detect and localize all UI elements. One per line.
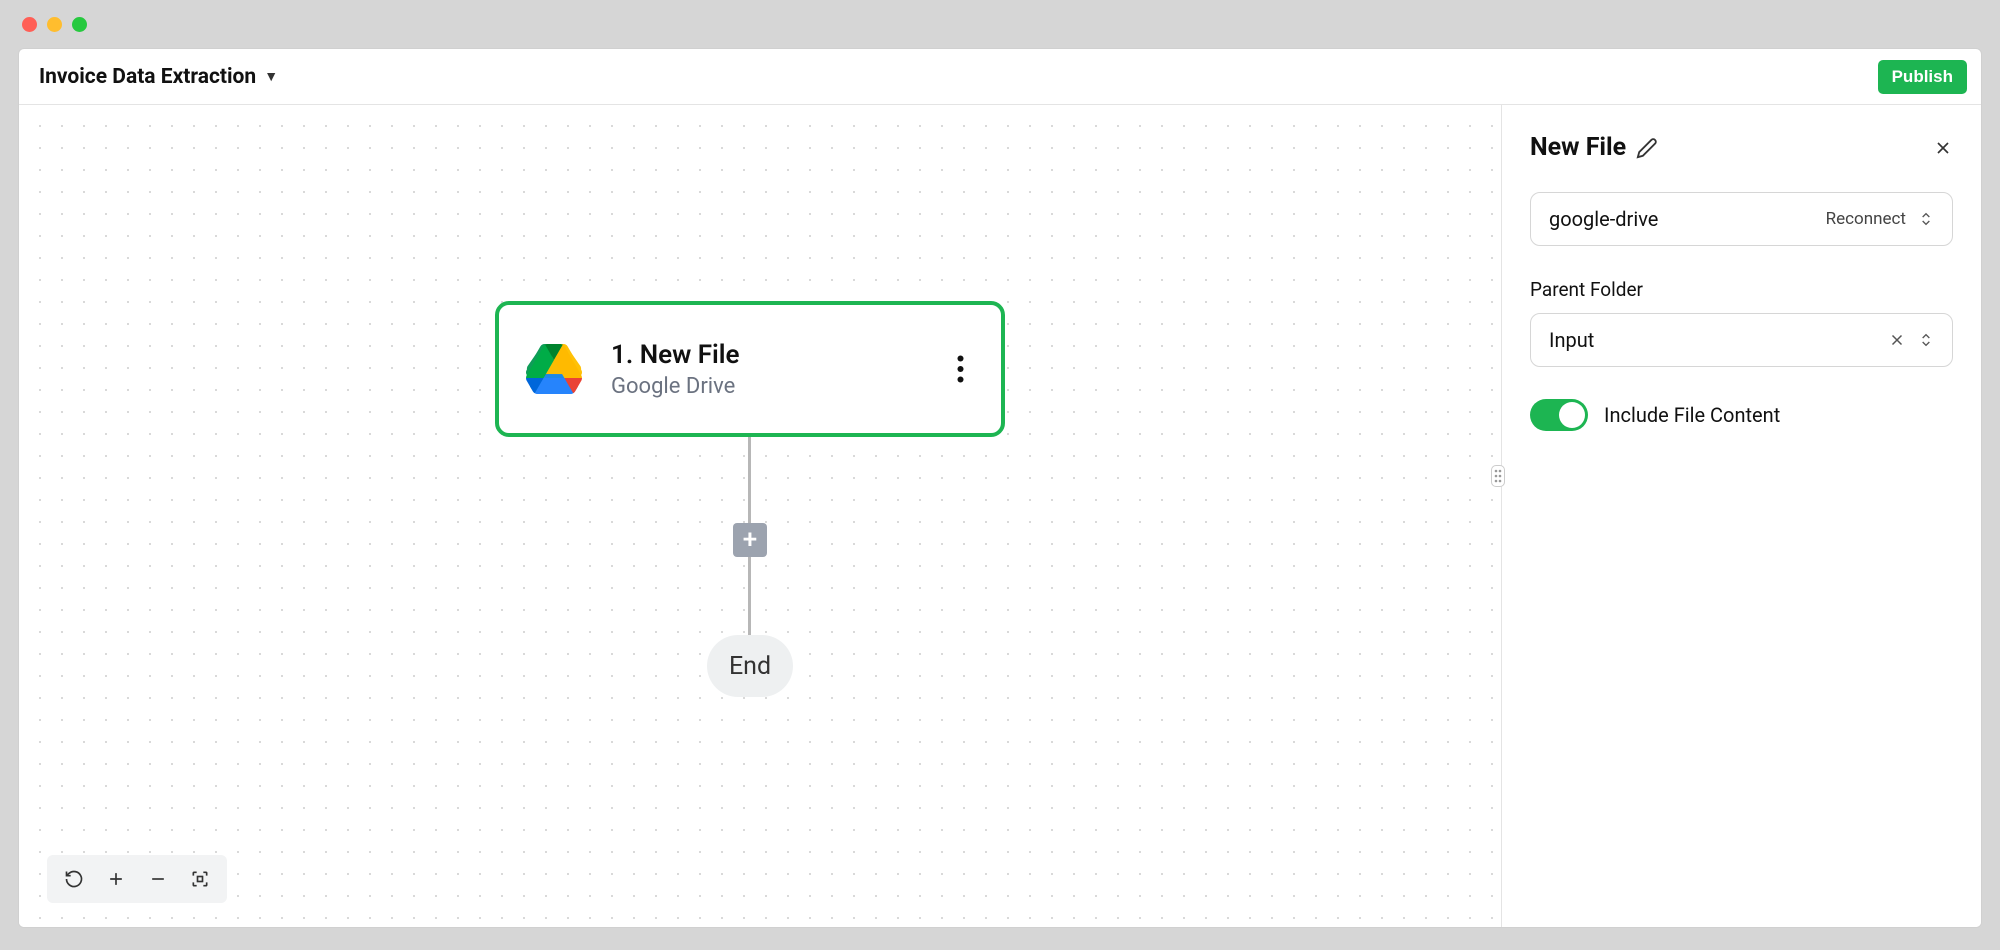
app-header: Invoice Data Extraction ▼ Publish [19, 49, 1981, 105]
plus-icon [106, 869, 126, 889]
panel-header: New File [1530, 133, 1953, 162]
window-maximize-dot[interactable] [72, 17, 87, 32]
google-drive-icon [525, 344, 583, 394]
include-content-row: Include File Content [1530, 399, 1953, 431]
vertical-dots-icon [957, 355, 964, 383]
main-area: 1. New File Google Drive + End [19, 105, 1981, 927]
add-step-button[interactable]: + [733, 523, 767, 557]
refresh-button[interactable] [53, 861, 95, 897]
canvas-toolbar [47, 855, 227, 903]
connection-field[interactable]: google-drive Reconnect [1530, 192, 1953, 246]
fit-screen-icon [190, 869, 210, 889]
include-content-toggle[interactable] [1530, 399, 1588, 431]
workflow-canvas[interactable]: 1. New File Google Drive + End [19, 105, 1501, 927]
window-close-dot[interactable] [22, 17, 37, 32]
app-frame: Invoice Data Extraction ▼ Publish [18, 48, 1982, 928]
node-title: 1. New File [611, 340, 945, 370]
panel-resize-handle[interactable] [1491, 465, 1505, 487]
connection-value: google-drive [1549, 207, 1658, 231]
connection-selector-button[interactable] [1918, 210, 1934, 228]
chevrons-up-down-icon [1918, 210, 1934, 228]
reconnect-button[interactable]: Reconnect [1826, 209, 1906, 229]
publish-button[interactable]: Publish [1878, 60, 1967, 94]
node-text: 1. New File Google Drive [611, 340, 945, 399]
grip-icon [1494, 469, 1502, 483]
connector-line [748, 557, 751, 642]
close-icon [1888, 331, 1906, 349]
include-content-label: Include File Content [1604, 403, 1780, 427]
fit-view-button[interactable] [179, 861, 221, 897]
panel-title: New File [1530, 133, 1626, 162]
chevrons-up-down-icon [1918, 331, 1934, 349]
minus-icon [148, 869, 168, 889]
workflow-title-dropdown[interactable]: Invoice Data Extraction ▼ [39, 65, 278, 89]
inspector-panel: New File google-drive Reconnect [1501, 105, 1981, 927]
node-menu-button[interactable] [945, 355, 975, 383]
parent-folder-value: Input [1549, 328, 1594, 352]
zoom-out-button[interactable] [137, 861, 179, 897]
node-subtitle: Google Drive [611, 374, 945, 399]
pencil-icon [1636, 137, 1658, 159]
window-minimize-dot[interactable] [47, 17, 62, 32]
caret-down-icon: ▼ [264, 68, 278, 85]
zoom-in-button[interactable] [95, 861, 137, 897]
clear-folder-button[interactable] [1888, 331, 1906, 349]
refresh-icon [64, 869, 84, 889]
workflow-title: Invoice Data Extraction [39, 65, 256, 89]
edit-title-button[interactable] [1636, 137, 1658, 159]
window-titlebar [0, 0, 2000, 48]
toggle-knob [1559, 402, 1585, 428]
close-icon [1933, 138, 1953, 158]
end-node: End [707, 635, 793, 697]
connector-line [748, 437, 751, 523]
folder-selector-button[interactable] [1918, 331, 1934, 349]
workflow-node-new-file[interactable]: 1. New File Google Drive [495, 301, 1005, 437]
parent-folder-field[interactable]: Input [1530, 313, 1953, 367]
parent-folder-label: Parent Folder [1530, 278, 1953, 301]
close-panel-button[interactable] [1933, 138, 1953, 158]
